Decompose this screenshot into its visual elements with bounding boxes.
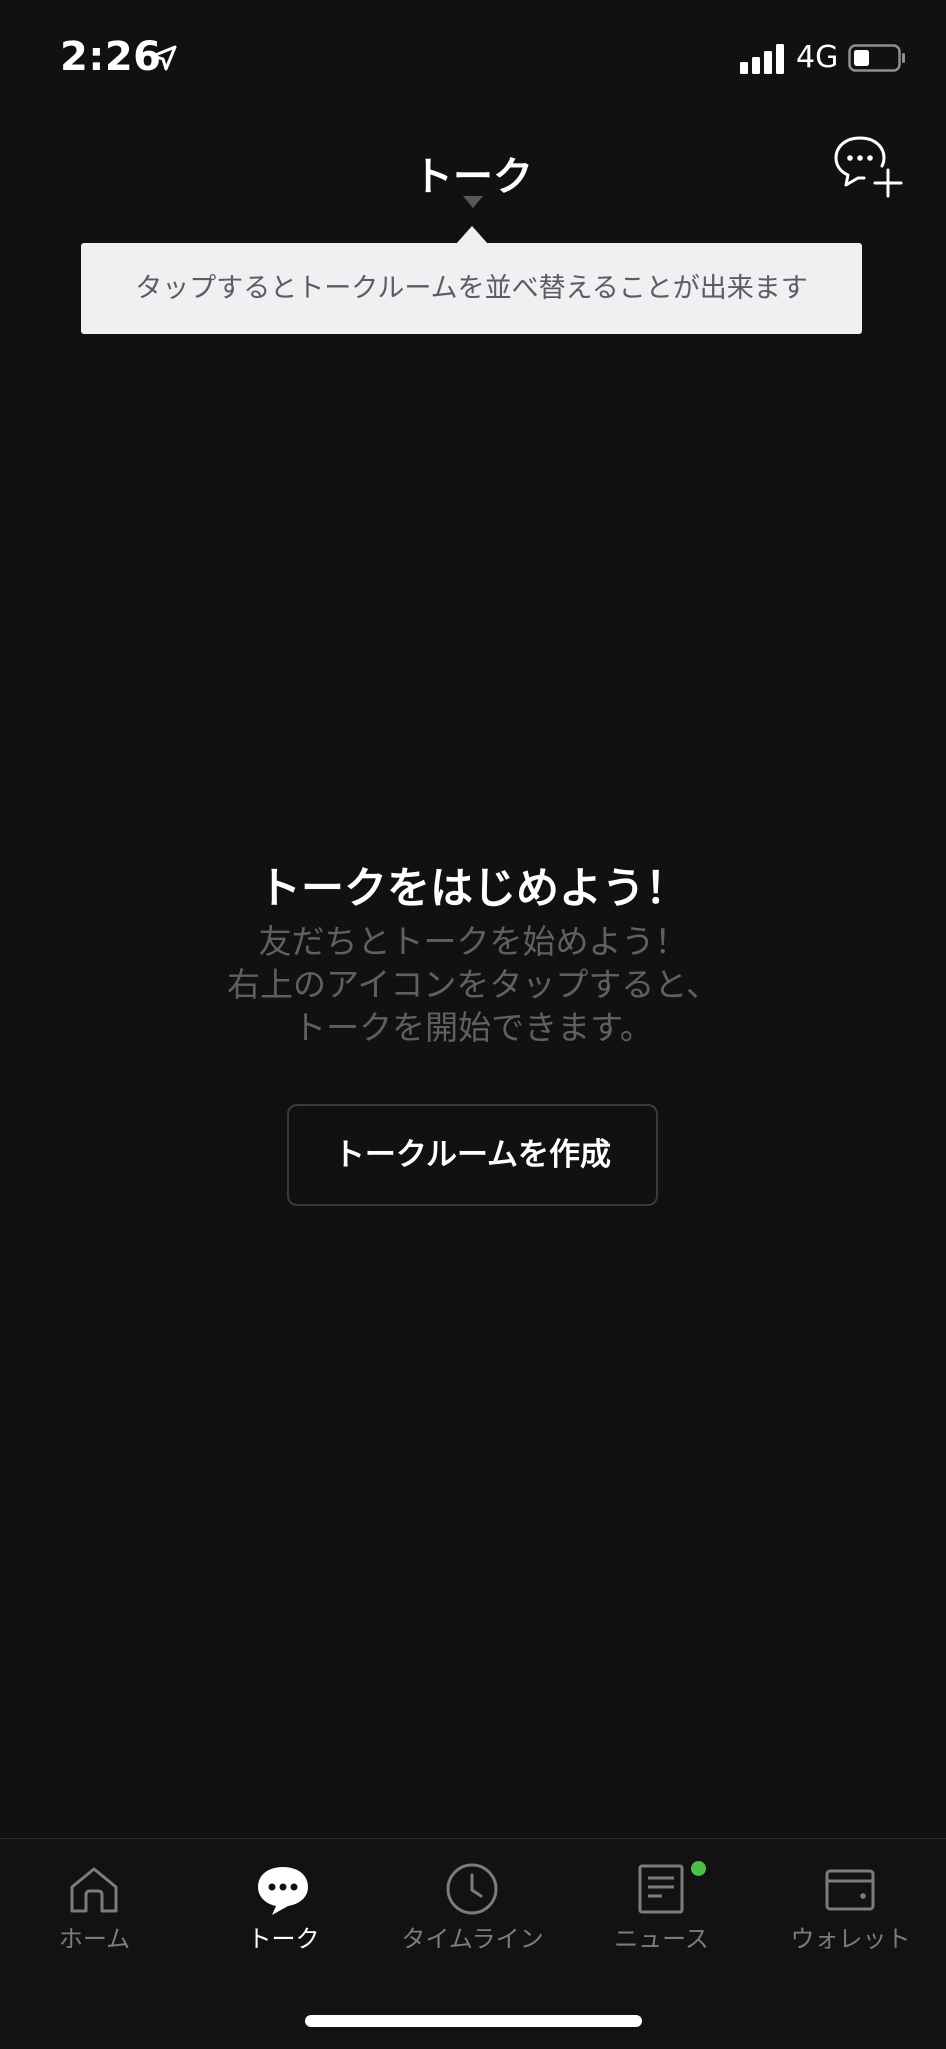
tab-label: ウォレット bbox=[790, 1925, 911, 1953]
tab-label: タイムライン bbox=[401, 1925, 544, 1953]
new-chat-button[interactable] bbox=[832, 134, 904, 200]
tab-timeline[interactable]: タイムライン bbox=[378, 1839, 567, 1959]
tab-news[interactable]: ニュース bbox=[567, 1839, 756, 1959]
description-line: 右上のアイコンをタップすると、 bbox=[226, 965, 720, 1004]
sort-hint-tooltip[interactable]: タップするとトークルームを並べ替えることが出来ます bbox=[81, 243, 862, 334]
wallet-icon bbox=[825, 1869, 875, 1911]
news-icon bbox=[638, 1864, 684, 1914]
location-arrow-icon bbox=[151, 45, 177, 71]
page-title[interactable]: トーク bbox=[0, 144, 946, 202]
description-line: 友だちとトークを始めよう！ bbox=[258, 922, 688, 961]
tab-home[interactable]: ホーム bbox=[0, 1839, 189, 1959]
empty-state-description: 友だちとトークを始めよう！ 右上のアイコンをタップすると、 トークを開始できます… bbox=[0, 920, 946, 1049]
empty-state-title: トークをはじめよう！ bbox=[258, 864, 688, 914]
description-line: トークを開始できます。 bbox=[293, 1008, 653, 1047]
home-indicator[interactable] bbox=[305, 2015, 642, 2027]
tooltip-text: タップするとトークルームを並べ替えることが出来ます bbox=[135, 273, 808, 304]
news-badge bbox=[691, 1861, 706, 1876]
status-time: 2:26 bbox=[60, 34, 162, 80]
header: トーク bbox=[0, 110, 946, 220]
tab-talk[interactable]: トーク bbox=[189, 1839, 378, 1959]
battery-icon bbox=[848, 44, 905, 72]
signal-strength-icon bbox=[740, 44, 784, 74]
home-icon bbox=[70, 1867, 118, 1913]
status-bar: 2:26 4G bbox=[0, 0, 946, 110]
chat-bubble-icon bbox=[258, 1867, 308, 1915]
tab-label: ニュース bbox=[614, 1925, 709, 1953]
tab-wallet[interactable]: ウォレット bbox=[756, 1839, 945, 1959]
tab-label: トーク bbox=[247, 1925, 320, 1953]
clock-icon bbox=[446, 1863, 498, 1915]
tab-label: ホーム bbox=[58, 1925, 131, 1953]
tooltip-arrow bbox=[456, 226, 488, 244]
create-talk-room-button[interactable]: トークルームを作成 bbox=[287, 1104, 658, 1206]
caret-down-icon[interactable] bbox=[463, 196, 483, 208]
network-type: 4G bbox=[796, 40, 839, 75]
